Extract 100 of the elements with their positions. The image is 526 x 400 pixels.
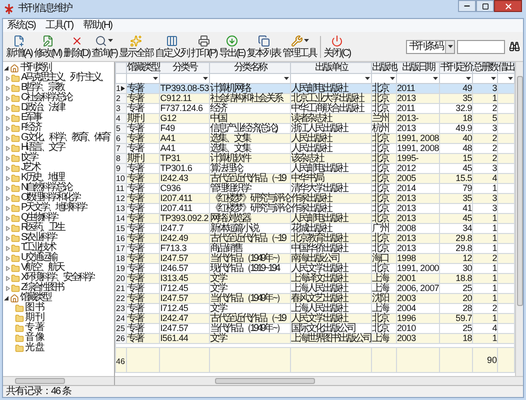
table-row[interactable]: 20 专著 I313.45 文学 上海译文出版社 上海 2001 18.8 1 — [116, 274, 514, 284]
toolbar-button[interactable]: 新增(A) — [5, 32, 33, 60]
folder-icon — [11, 164, 20, 172]
table-row[interactable]: 3 专著 F737.124.6 经济 中华工商联合出版社 北京 2011 32.9 2 — [116, 104, 514, 114]
caret-icon — [364, 77, 370, 80]
folder-icon — [11, 204, 20, 212]
table-row[interactable]: 1 专著 TP393.08-53计算机网络 人民邮电出版社 北京 2011 49 3 — [116, 84, 514, 94]
caret-icon — [433, 77, 438, 80]
tree-item[interactable]: U 交通运输 — [21, 253, 59, 263]
scrollbar-thumb[interactable] — [215, 378, 315, 384]
tree-item[interactable]: I 文学 — [21, 153, 40, 163]
table-row[interactable]: 16 专著 I242.49 古代至近代作品（~19 北京教育出版社 北京 2013 29.8 1 — [116, 234, 514, 244]
search-field-dropdown[interactable]: 书刊条码 — [406, 40, 455, 54]
toolbar-button[interactable]: 显示全部 — [118, 32, 154, 60]
caret-icon — [153, 77, 158, 80]
table-row[interactable]: 25 专著 I247.57 当代作品（1949年~） 国际文化出版公司 北京 2010 25 4 — [116, 324, 514, 334]
tree-item[interactable]: R 医药、卫生 — [21, 223, 66, 233]
table-row[interactable]: 9 专著 TP301.6 算法理论 人民邮电出版社 北京 2012 45 3 — [116, 164, 514, 174]
table-cell: I561.44 — [160, 334, 210, 344]
menu-item[interactable]: 帮助(H) — [83, 20, 112, 30]
tree-item[interactable]: F 经济 — [21, 123, 43, 133]
row-number: 26 — [116, 334, 125, 343]
vertical-scrollbar[interactable] — [515, 62, 523, 376]
table-row[interactable]: 26 专著 I561.44 文学 上海世界图书出版公司上海 2003 18 1 — [116, 334, 514, 344]
tree-item[interactable]: E 军事 — [21, 113, 44, 123]
tree-item[interactable]: 书刊类别 — [20, 63, 53, 73]
toolbar-button[interactable]: 复本列表 — [246, 32, 282, 60]
total-copies: 90 — [486, 354, 497, 364]
table-row[interactable]: 10 专著 I242.43 古代至近代作品（~19 中华书局 北京 2005 15.5 4 — [116, 174, 514, 184]
tree-item[interactable]: P 天文学、地球科学 — [21, 203, 88, 213]
search-input[interactable] — [457, 40, 505, 54]
tree-item[interactable]: 光盘 — [25, 343, 48, 353]
tree-item[interactable]: O 数理科学和化学 — [21, 193, 82, 203]
row-number: 10 — [116, 174, 125, 183]
folder-icon — [15, 324, 24, 332]
horizontal-scrollbar[interactable] — [115, 376, 523, 385]
tree-item[interactable]: G 文化、科学、教育、体育 — [21, 133, 112, 143]
tree-item[interactable]: Q 生物科学 — [21, 213, 60, 223]
table-row[interactable]: 14 专著 TP393.092.2 网络浏览器 人民邮电出版社 北京 2013 45 1 — [116, 214, 514, 224]
tree-item[interactable]: B 哲学、宗教 — [21, 83, 66, 93]
tree-item[interactable]: 音像 — [25, 333, 48, 343]
tree-item[interactable]: Z 综合性图书 — [21, 283, 66, 293]
table-row[interactable]: 7 专著 A41 选集、文集 人民出版社 北京 1991, 2008 48 2 — [116, 144, 514, 154]
table-row[interactable]: 11 专著 C936 管理组织学 清华大学出版社 北京 2014 79 1 — [116, 184, 514, 194]
tree-item[interactable]: H 语言、文字 — [21, 143, 66, 153]
tree-item[interactable]: T 工业技术 — [21, 243, 58, 253]
table-row[interactable]: 15 专著 I247.7 新体短篇小说 花城出版社 广州 2008 34 1 — [116, 224, 514, 234]
table-row[interactable]: 6 专著 A41 选集、文集 人民出版社 北京 1991, 2008 40 2 — [116, 134, 514, 144]
caret-icon — [390, 77, 395, 80]
row-number: 6 — [116, 134, 120, 143]
table-row[interactable]: 12 专著 I207.411 《红楼梦》研究与评论作家出版社 北京 2013 35 3 — [116, 194, 514, 204]
tree-item[interactable]: N 自然科学总论 — [21, 183, 74, 193]
tree-item[interactable]: V 航空、航天 — [21, 263, 66, 273]
table-cell: 1 — [472, 334, 498, 344]
table-row[interactable]: 21 专著 I712.45 文学 上海人民出版社 上海 2006, 2007 25 1 — [116, 284, 514, 294]
scrollbar-thumb[interactable] — [516, 76, 522, 306]
toolbar-button[interactable]: 打印(P) — [190, 32, 218, 60]
table-row[interactable]: 18 专著 I247.57 当代作品（1949年~） 南海出版公司 海口 1998 12 2 — [116, 254, 514, 264]
table-row[interactable]: 8 期刊 TP31 计算机软件 该杂志社 北京 1995- 15 2 — [116, 154, 514, 164]
maximize-button[interactable] — [476, 0, 494, 12]
scrollbar-thumb[interactable] — [15, 378, 65, 384]
expand-arrow-icon[interactable] — [4, 66, 9, 70]
tree-item[interactable]: J 艺术 — [21, 163, 42, 173]
table-row[interactable]: 2 专著 C912.11 社会结构和社会关系 北京工业大学出版社 北京 2013 35 1 — [116, 94, 514, 104]
tree-item[interactable]: 图书 — [25, 303, 48, 313]
tree-item[interactable]: A 马克思主义、列宁主义、 — [21, 73, 110, 83]
minimize-button[interactable] — [458, 0, 476, 12]
tree-item[interactable]: 馆藏类型 — [20, 293, 53, 303]
menu-item[interactable]: 系统(S) — [7, 20, 36, 30]
table-row[interactable]: 4 期刊 G12 中国 读者杂志社 兰州 2013- 18 5 — [116, 114, 514, 124]
tree-item[interactable]: X 环境科学、安全科学 — [21, 273, 96, 283]
row-number: 23 — [116, 304, 125, 313]
folder-icon — [11, 154, 20, 162]
find-button[interactable] — [507, 40, 521, 54]
table-row[interactable]: 17 专著 F713.3 商品销售 中国华侨出版社 北京 2013 29.8 1 — [116, 244, 514, 254]
table-row[interactable]: 5 专著 F49 信息产业经济(总论) 浙江人民出版社 杭州 2013 49.9 3 — [116, 124, 514, 134]
toolbar-button[interactable]: 查询(F) — [90, 32, 118, 60]
table-row[interactable]: 19 专著 I246.57 现代作品（1919~194 人民文学出版社 北京 1991, 2000 30 1 — [116, 264, 514, 274]
table-row[interactable]: 24 专著 I242.47 古代至近代作品（~19 人民文学出版社 北京 1996 59.7 1 — [116, 314, 514, 324]
toolbar-button[interactable]: 删除(D) — [62, 32, 91, 60]
toolbar-button[interactable]: 关闭(C) — [322, 32, 352, 60]
tree-item[interactable]: S 农业科学 — [21, 233, 58, 243]
tree-item[interactable]: K 历史、地理 — [21, 173, 66, 183]
row-number: 21 — [116, 284, 125, 293]
toolbar-button[interactable]: 管理工具 — [282, 32, 318, 60]
toolbar-button[interactable]: 自定义列 — [154, 32, 190, 60]
toolbar-button[interactable]: 导出(E) — [218, 32, 246, 60]
table-row[interactable]: 22 专著 I247.57 当代作品（1949年~） 春风文艺出版社 沈阳 2003 20 1 — [116, 294, 514, 304]
tree-item[interactable]: 期刊 — [25, 313, 48, 323]
tree-item[interactable]: C 社会科学总论 — [21, 93, 74, 103]
table-row[interactable]: 13 专著 I207.411 《红楼梦》研究与评论作家出版社 北京 2013 41 3 — [116, 204, 514, 214]
toolbar-button[interactable]: 修改(M) — [32, 32, 62, 60]
expand-arrow-icon[interactable] — [4, 296, 9, 300]
row-number: 2 — [116, 94, 120, 103]
tree-item[interactable]: 专著 — [25, 323, 48, 333]
tree-item[interactable]: D 政治、法律 — [21, 103, 66, 113]
table-row[interactable]: 23 专著 I712.45 文学 上海人民出版社 上海 2004 28 2 — [116, 304, 514, 314]
horizontal-scrollbar[interactable] — [3, 376, 114, 385]
close-button[interactable] — [494, 0, 522, 12]
menu-item[interactable]: 工具(T) — [45, 20, 74, 30]
